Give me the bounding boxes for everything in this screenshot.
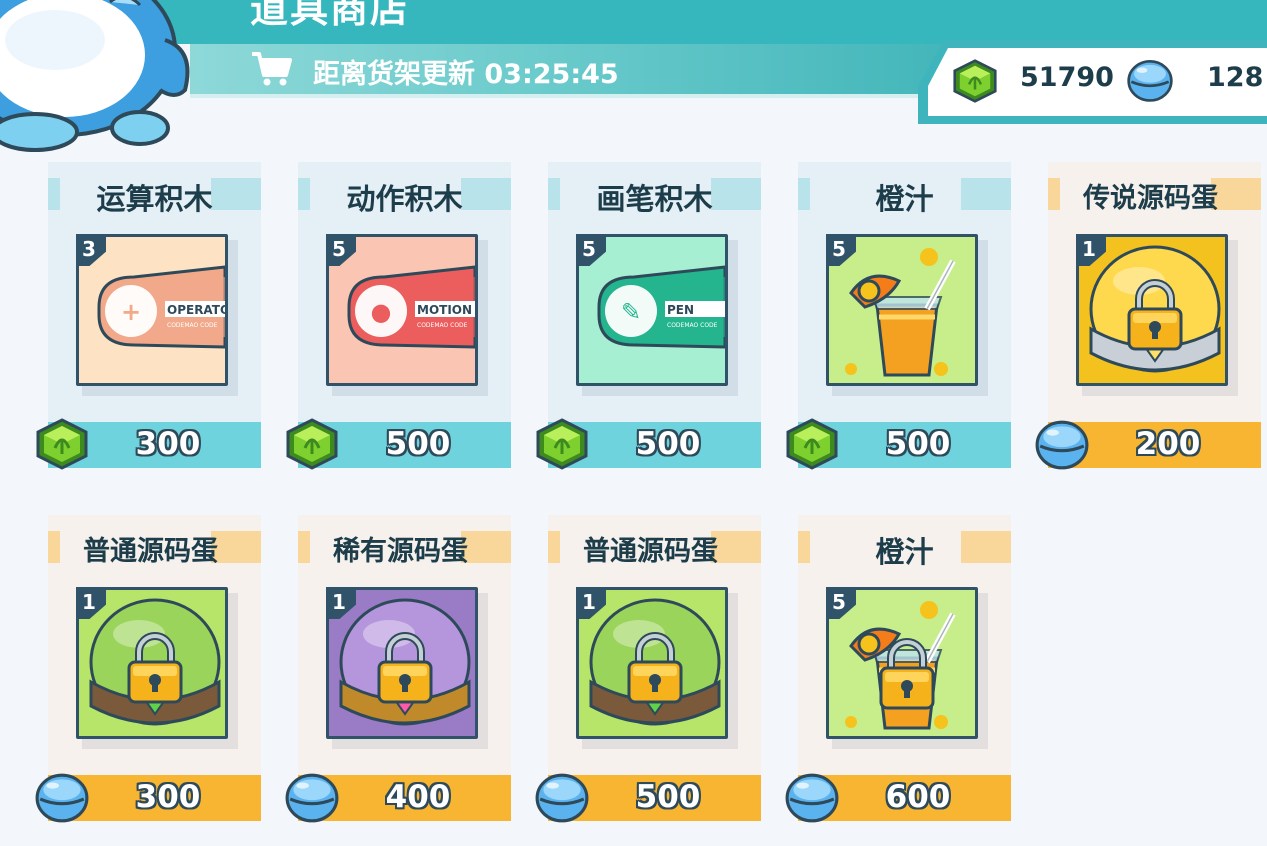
shop-item-card[interactable]: 动作积木 ● MOTION CODEMAO CODE 5 500 [286, 162, 511, 470]
ball-icon [785, 773, 839, 823]
svg-text:CODEMAO CODE: CODEMAO CODE [667, 322, 718, 329]
shop-item-card[interactable]: 普通源码蛋 1 300 [35, 515, 261, 823]
ball-icon [1035, 420, 1089, 470]
svg-text:CODEMAO CODE: CODEMAO CODE [417, 322, 468, 329]
item-price: 300 [135, 779, 201, 815]
item-name: 稀有源码蛋 [333, 536, 468, 567]
shop-item-card[interactable]: 稀有源码蛋 1 400 [285, 515, 511, 823]
ball-balance: 128 [1207, 62, 1264, 93]
mascot-character [0, 0, 190, 152]
gem-icon [536, 418, 588, 470]
item-name: 动作积木 [346, 182, 463, 216]
page-title: 道具商店 [250, 0, 411, 31]
refresh-timer-text: 距离货架更新 03:25:45 [313, 59, 619, 90]
item-price: 200 [1135, 426, 1201, 462]
item-name: 橙汁 [875, 535, 934, 569]
item-name: 普通源码蛋 [83, 536, 218, 567]
gem-icon [953, 59, 997, 103]
item-price: 500 [635, 779, 701, 815]
shop-item-card[interactable]: 普通源码蛋 1 500 [535, 515, 761, 823]
ball-icon [35, 773, 89, 823]
item-name: 橙汁 [875, 182, 934, 216]
svg-text:MOTION: MOTION [417, 303, 472, 317]
ball-icon [535, 773, 589, 823]
item-price: 500 [635, 426, 701, 462]
shop-item-card[interactable]: 橙汁 5 500 [786, 162, 1011, 470]
item-price: 400 [385, 779, 451, 815]
item-price: 300 [135, 426, 201, 462]
shop-item-card[interactable]: 画笔积木 ✎ PEN CODEMAO CODE 5 500 [536, 162, 761, 470]
svg-text:●: ● [371, 298, 392, 326]
shop-item-card[interactable]: 橙汁 5 600 [785, 515, 1011, 823]
ball-icon [1127, 59, 1173, 102]
svg-text:✎: ✎ [621, 298, 641, 326]
shop-item-card[interactable]: 传说源码蛋 1 200 [1035, 162, 1261, 470]
gem-icon [286, 418, 338, 470]
item-price: 500 [885, 426, 951, 462]
ball-icon [285, 773, 339, 823]
svg-text:CODEMAO CODE: CODEMAO CODE [167, 322, 218, 329]
item-name: 画笔积木 [596, 182, 713, 216]
svg-text:PEN: PEN [667, 303, 694, 317]
shop-item-card[interactable]: 运算积木 + OPERATO CODEMAO CODE 3 300 [36, 162, 261, 470]
item-name: 普通源码蛋 [583, 536, 718, 567]
gem-icon [36, 418, 88, 470]
gem-balance: 51790 [1020, 62, 1114, 93]
item-price: 500 [385, 426, 451, 462]
svg-text:+: + [121, 298, 141, 326]
item-name: 运算积木 [96, 182, 213, 216]
svg-text:OPERATO: OPERATO [167, 303, 225, 317]
cart-icon [252, 52, 292, 86]
item-price: 600 [885, 779, 951, 815]
gem-icon [786, 418, 838, 470]
item-name: 传说源码蛋 [1083, 183, 1218, 214]
